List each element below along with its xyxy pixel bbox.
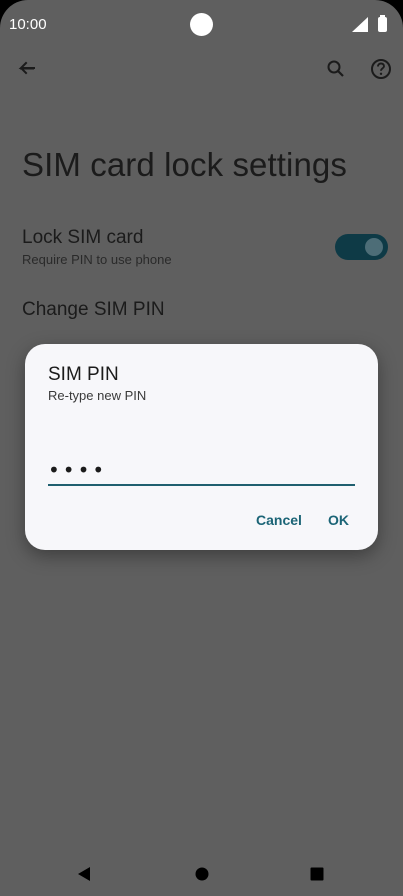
dialog-subtitle: Re-type new PIN (48, 388, 147, 403)
help-button[interactable] (361, 49, 401, 89)
screen: 10:00 SIM card lock settings Lock SIM ca… (0, 0, 403, 896)
dialog-title: SIM PIN (48, 364, 119, 385)
signal-icon (352, 17, 368, 32)
nav-recents-button[interactable] (305, 862, 329, 886)
camera-cutout (190, 13, 213, 36)
search-button[interactable] (316, 49, 356, 89)
lock-sim-card-subtitle: Require PIN to use phone (22, 252, 172, 267)
back-button[interactable] (6, 49, 46, 89)
navigation-bar (0, 851, 403, 896)
page-title: SIM card lock settings (22, 146, 347, 183)
lock-sim-card-toggle[interactable] (335, 234, 388, 260)
circle-home-icon (195, 867, 209, 881)
help-icon (371, 59, 391, 79)
nav-home-button[interactable] (190, 862, 214, 886)
toggle-knob (365, 238, 383, 256)
square-recents-icon (310, 867, 324, 881)
pin-input[interactable] (48, 456, 355, 486)
lock-sim-card-title: Lock SIM card (22, 227, 144, 248)
sim-pin-dialog: SIM PIN Re-type new PIN Cancel OK (25, 344, 378, 550)
change-sim-pin-item[interactable]: Change SIM PIN (22, 299, 165, 321)
nav-back-button[interactable] (72, 862, 96, 886)
cancel-button[interactable]: Cancel (250, 508, 308, 532)
status-bar: 10:00 (0, 0, 403, 50)
triangle-back-icon (78, 867, 90, 881)
lock-sim-card-setting[interactable]: Lock SIM card Require PIN to use phone (22, 227, 382, 271)
status-time: 10:00 (9, 16, 47, 33)
search-icon (327, 60, 344, 77)
ok-button[interactable]: OK (322, 508, 355, 532)
battery-icon (378, 15, 387, 32)
arrow-back-icon (18, 61, 35, 75)
